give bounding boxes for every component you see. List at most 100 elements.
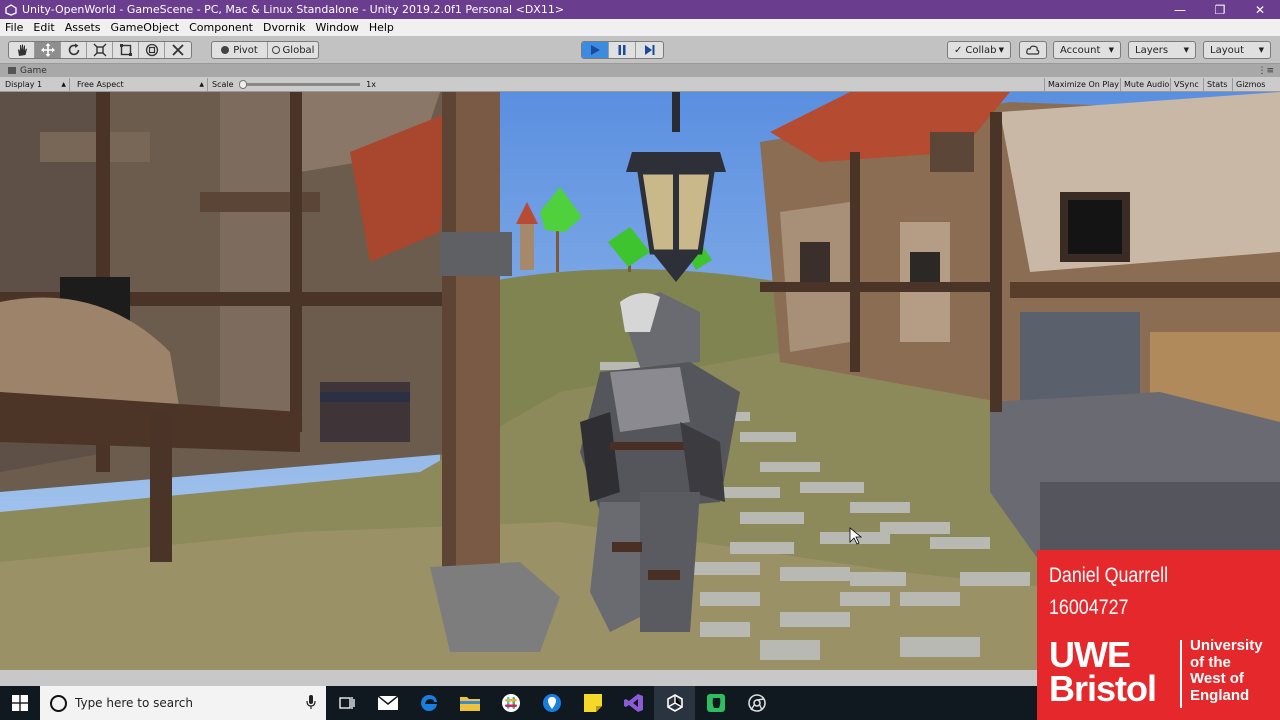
step-button[interactable] <box>636 42 663 58</box>
chevron-down-icon: ▼ <box>1183 46 1189 54</box>
transform-tools <box>8 41 192 59</box>
play-button[interactable] <box>582 42 609 58</box>
menu-help[interactable]: Help <box>364 21 399 34</box>
game-tab-label: Game <box>20 65 47 76</box>
university-line: West of <box>1190 670 1244 687</box>
tab-menu-icon[interactable]: ⋮≡ <box>1257 66 1274 76</box>
vsync-toggle[interactable]: VSync <box>1170 78 1202 91</box>
scale-icon[interactable] <box>87 42 113 58</box>
slack-icon[interactable] <box>490 686 531 720</box>
pivot-global-group: Pivot Global <box>211 41 319 59</box>
sticky-notes-icon[interactable] <box>572 686 613 720</box>
search-placeholder: Type here to search <box>75 696 193 710</box>
globe-icon <box>271 46 280 54</box>
gizmos-dropdown[interactable]: Gizmos <box>1232 78 1268 91</box>
mute-audio-toggle[interactable]: Mute Audio <box>1120 78 1172 91</box>
menu-gameobject[interactable]: GameObject <box>106 21 185 34</box>
mail-icon[interactable] <box>367 686 408 720</box>
move-icon[interactable] <box>35 42 61 58</box>
scale-control: Scale 1x <box>209 78 379 91</box>
pause-button[interactable] <box>609 42 636 58</box>
menu-window[interactable]: Window <box>310 21 363 34</box>
minimize-icon[interactable]: — <box>1160 0 1200 19</box>
unity-icon[interactable] <box>654 686 695 720</box>
hand-icon[interactable] <box>9 42 35 58</box>
university-name: University of the West of England <box>1190 637 1263 704</box>
global-button[interactable]: Global <box>268 42 318 58</box>
pivot-label: Pivot <box>233 44 258 56</box>
updown-icon: ▲ <box>199 81 204 88</box>
restore-icon[interactable]: ❐ <box>1200 0 1240 19</box>
maximize-on-play-toggle[interactable]: Maximize On Play <box>1044 78 1122 91</box>
aspect-label: Free Aspect <box>77 80 124 89</box>
visual-studio-icon[interactable] <box>613 686 654 720</box>
window-title: Unity-OpenWorld - GameScene - PC, Mac & … <box>22 3 565 16</box>
edge-icon[interactable] <box>408 686 449 720</box>
chevron-down-icon: ▼ <box>1258 46 1264 54</box>
start-button[interactable] <box>0 686 40 720</box>
play-icon <box>591 45 600 55</box>
game-tab[interactable]: Game <box>0 66 47 76</box>
university-line: of the <box>1190 653 1231 671</box>
custom-tool-icon[interactable] <box>165 42 191 58</box>
aspect-dropdown[interactable]: Free Aspect ▲ <box>74 78 208 91</box>
check-icon: ✓ <box>954 44 963 56</box>
unity-app-icon <box>4 3 18 17</box>
account-label: Account <box>1060 44 1101 56</box>
updown-icon: ▲ <box>61 81 66 88</box>
display-dropdown[interactable]: Display 1 ▲ <box>2 78 70 91</box>
taskbar-search-box[interactable]: Type here to search <box>40 686 326 720</box>
step-icon <box>644 45 654 55</box>
author-name: Daniel Quarrell <box>1049 564 1169 587</box>
cortana-icon <box>50 694 67 712</box>
main-toolbar: Pivot Global ✓ Collab ▼ Account ▼ Layers… <box>0 36 1280 64</box>
maps-icon[interactable] <box>531 686 572 720</box>
stats-toggle[interactable]: Stats <box>1203 78 1230 91</box>
uwe-logo: UWE Bristol <box>1049 634 1157 709</box>
rotate-icon[interactable] <box>61 42 87 58</box>
game-tab-bar: Game ⋮≡ <box>0 64 1280 77</box>
window-title-bar: Unity-OpenWorld - GameScene - PC, Mac & … <box>0 0 1280 19</box>
layout-dropdown[interactable]: Layout ▼ <box>1203 41 1271 59</box>
global-label: Global <box>282 44 315 56</box>
collab-label: Collab <box>965 44 997 56</box>
close-icon[interactable]: ✕ <box>1240 0 1280 19</box>
menu-component[interactable]: Component <box>184 21 258 34</box>
cloud-icon <box>1026 45 1040 55</box>
pause-icon <box>618 45 626 55</box>
uwe-logo-line1: UWE <box>1049 634 1131 675</box>
layers-label: Layers <box>1135 44 1169 56</box>
pivot-icon <box>221 46 230 54</box>
game-view-controls: Display 1 ▲ Free Aspect ▲ Scale 1x Maxim… <box>0 77 1280 92</box>
uwe-logo-line2: Bristol <box>1049 668 1157 709</box>
scale-value: 1x <box>366 80 376 89</box>
transform-icon[interactable] <box>139 42 165 58</box>
chrome-like-icon[interactable] <box>736 686 777 720</box>
cloud-button[interactable] <box>1019 41 1047 59</box>
pivot-button[interactable]: Pivot <box>212 42 268 58</box>
menu-file[interactable]: File <box>0 21 28 34</box>
microphone-icon[interactable] <box>306 694 316 712</box>
layout-label: Layout <box>1210 44 1244 56</box>
layers-dropdown[interactable]: Layers ▼ <box>1128 41 1196 59</box>
account-dropdown[interactable]: Account ▼ <box>1053 41 1121 59</box>
file-explorer-icon[interactable] <box>449 686 490 720</box>
windows-logo-icon <box>12 695 28 711</box>
rect-icon[interactable] <box>113 42 139 58</box>
scale-slider-handle[interactable] <box>238 80 247 89</box>
university-line: England <box>1190 686 1250 704</box>
evernote-icon[interactable] <box>695 686 736 720</box>
collab-dropdown[interactable]: ✓ Collab ▼ <box>947 41 1011 59</box>
menu-dvornik[interactable]: Dvornik <box>258 21 310 34</box>
display-label: Display 1 <box>5 80 43 89</box>
menu-edit[interactable]: Edit <box>28 21 59 34</box>
scale-slider[interactable] <box>238 80 361 89</box>
student-id: 16004727 <box>1049 596 1129 619</box>
menu-bar: File Edit Assets GameObject Component Dv… <box>0 19 1280 36</box>
play-controls <box>581 41 664 59</box>
task-view-icon[interactable] <box>326 686 367 720</box>
menu-assets[interactable]: Assets <box>60 21 106 34</box>
logo-divider <box>1180 640 1182 708</box>
chevron-down-icon: ▼ <box>1108 46 1114 54</box>
scale-label: Scale <box>212 80 234 89</box>
